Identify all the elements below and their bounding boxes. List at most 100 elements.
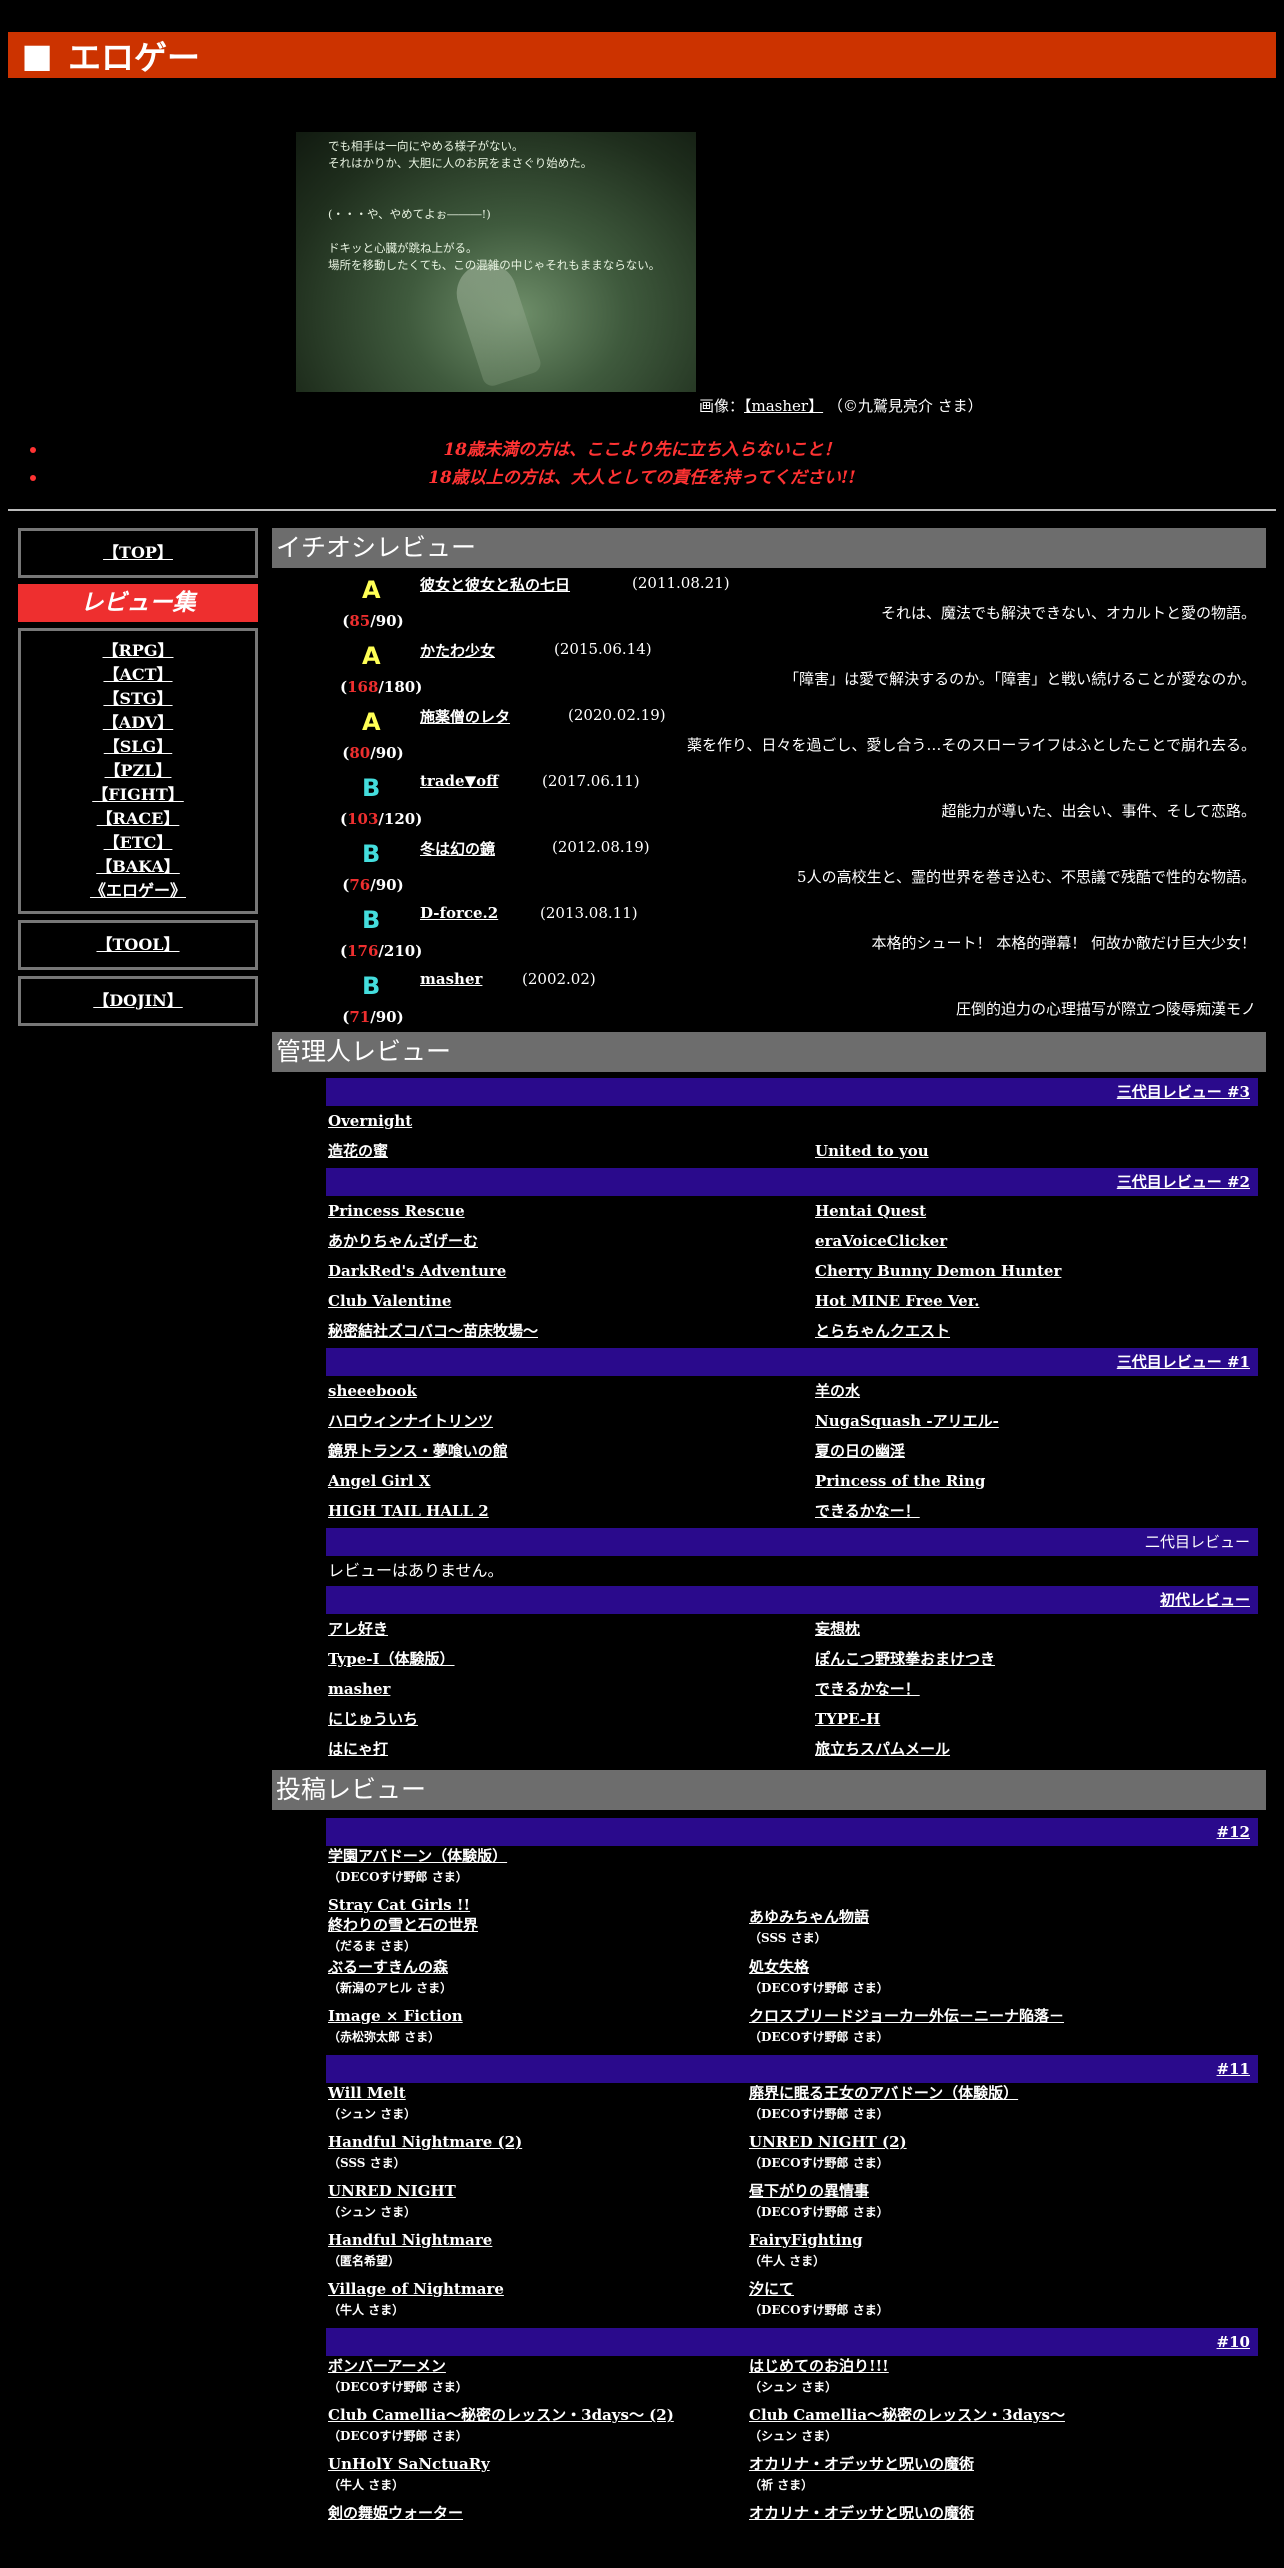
posted-review-grid: 学園アバドーン（体験版） （DECOすけ野郎 さま） Stray Cat Girls… — [328, 1846, 1266, 2055]
review-link[interactable]: 旅立ちスパムメール — [815, 1740, 950, 1758]
review-link[interactable]: あかりちゃんざげーむ — [328, 1232, 478, 1250]
posted-review-link[interactable]: UNRED NIGHT — [328, 2181, 749, 2201]
sidebar-item-category[interactable]: 【RACE】 — [97, 809, 180, 828]
review-link[interactable]: アレ好き — [328, 1620, 388, 1638]
posted-review-link[interactable]: 終わりの雪と石の世界 — [328, 1915, 749, 1935]
posted-review-link[interactable]: Image × Fiction — [328, 2006, 749, 2026]
sidebar-item-category[interactable]: 【ETC】 — [104, 833, 173, 852]
review-link[interactable]: Princess Rescue — [328, 1202, 465, 1220]
review-link[interactable]: できるかなー！ — [815, 1502, 920, 1520]
posted-review-link[interactable]: はじめてのお泊り!!! — [749, 2356, 1229, 2376]
posted-review-link[interactable]: ぶるーすきんの森 — [328, 1957, 749, 1977]
review-group-link[interactable]: 三代目レビュー #2 — [1117, 1173, 1250, 1191]
posted-review-link[interactable]: 廃界に眠る王女のアバドーン（体験版） — [749, 2083, 1229, 2103]
review-title-link[interactable]: trade▼off — [420, 772, 498, 790]
review-link[interactable]: Cherry Bunny Demon Hunter — [815, 1262, 1061, 1280]
review-link[interactable]: 秘密結社ズコバコ～苗床牧場～ — [328, 1322, 538, 1340]
posted-review-link[interactable]: UNRED NIGHT (2) — [749, 2132, 1229, 2152]
review-title-link[interactable]: 施薬僧のレタ — [420, 706, 510, 727]
review-link[interactable]: HIGH TAIL HALL 2 — [328, 1502, 489, 1520]
sidebar-item-category[interactable]: 【FIGHT】 — [92, 785, 184, 804]
review-link[interactable]: 妄想枕 — [815, 1620, 860, 1638]
posted-review-link[interactable]: あゆみちゃん物語 — [749, 1907, 1229, 1927]
posted-review-link[interactable]: Stray Cat Girls !! — [328, 1895, 749, 1915]
pick-review-list: A (85/90) 彼女と彼女と私の七日 (2011.08.21) それは、魔法でも解決… — [272, 570, 1266, 1032]
posted-review-link[interactable]: 学園アバドーン（体験版） — [328, 1846, 749, 1866]
review-link[interactable]: Club Valentine — [328, 1292, 451, 1310]
review-title-link[interactable]: masher — [420, 970, 482, 988]
review-link[interactable]: とらちゃんクエスト — [815, 1322, 950, 1340]
posted-review-link[interactable]: ボンバーアーメン — [328, 2356, 749, 2376]
posted-review-link[interactable]: クロスブリードジョーカー外伝－ニーナ陥落－ — [749, 2006, 1229, 2026]
posted-review-link[interactable]: 昼下がりの異情事 — [749, 2181, 1229, 2201]
review-title-link[interactable]: 冬は幻の鏡 — [420, 838, 495, 859]
review-group-link[interactable]: 三代目レビュー #1 — [1117, 1353, 1250, 1371]
posted-review-cell: 昼下がりの異情事 （DECOすけ野郎 さま） — [749, 2181, 1229, 2230]
sidebar-category-row: 【ACT】 — [21, 663, 255, 687]
posted-review-link[interactable]: FairyFighting — [749, 2230, 1229, 2250]
review-link[interactable]: 造花の蜜 — [328, 1142, 388, 1160]
posted-review-link[interactable]: 処女失格 — [749, 1957, 1229, 1977]
posted-review-link[interactable]: 汐にて — [749, 2279, 1229, 2299]
sidebar-item-dojin[interactable]: 【DOJIN】 — [93, 991, 183, 1010]
review-link[interactable]: Hot MINE Free Ver. — [815, 1292, 979, 1310]
review-link[interactable]: 鏡界トランス・夢喰いの館 — [328, 1442, 508, 1460]
posted-review-author: （牛人 さま） — [749, 2254, 826, 2268]
review-link[interactable]: にじゅういち — [328, 1710, 418, 1728]
review-link[interactable]: はにゃ打 — [328, 1740, 388, 1758]
review-link[interactable]: Type-I（体験版） — [328, 1650, 455, 1668]
sidebar-item-category[interactable]: 【RPG】 — [103, 641, 174, 660]
review-link-cell: できるかなー！ — [815, 1674, 1235, 1704]
review-link[interactable]: Overnight — [328, 1112, 412, 1130]
sidebar-item-category[interactable]: 【ADV】 — [103, 713, 173, 732]
review-link[interactable]: 夏の日の幽淫 — [815, 1442, 905, 1460]
review-link[interactable]: masher — [328, 1680, 390, 1698]
posted-review-link[interactable]: UnHolY SaNctuaRy — [328, 2454, 749, 2474]
posted-review-link[interactable]: Handful Nightmare — [328, 2230, 749, 2250]
sidebar-item-category[interactable]: 【STG】 — [103, 689, 172, 708]
review-link[interactable]: ぽんこつ野球拳おまけつき — [815, 1650, 995, 1668]
review-group-link[interactable]: #11 — [1217, 2060, 1250, 2078]
posted-review-link[interactable]: Handful Nightmare (2) — [328, 2132, 749, 2152]
review-link[interactable]: eraVoiceClicker — [815, 1232, 947, 1250]
review-group-link[interactable]: #12 — [1217, 1823, 1250, 1841]
review-title-link[interactable]: かたわ少女 — [420, 640, 495, 661]
posted-review-author: （牛人 さま） — [328, 2478, 405, 2492]
posted-review-link[interactable]: Village of Nightmare — [328, 2279, 749, 2299]
posted-review-link[interactable]: 剣の舞姫ウォーター — [328, 2503, 749, 2523]
review-title-link[interactable]: 彼女と彼女と私の七日 — [420, 574, 570, 595]
review-link[interactable]: 羊の水 — [815, 1382, 860, 1400]
caption-link[interactable]: 【masher】 — [744, 397, 823, 415]
review-title-link[interactable]: D-force.2 — [420, 904, 498, 922]
review-link[interactable]: ハロウィンナイトリンツ — [328, 1412, 493, 1430]
sidebar-item-category[interactable]: 【ACT】 — [103, 665, 172, 684]
review-link[interactable]: TYPE-H — [815, 1710, 880, 1728]
review-group-link[interactable]: #10 — [1217, 2333, 1250, 2351]
review-link[interactable]: Hentai Quest — [815, 1202, 926, 1220]
review-link[interactable]: Princess of the Ring — [815, 1472, 985, 1490]
posted-review-cell: 処女失格 （DECOすけ野郎 さま） — [749, 1957, 1229, 2006]
sidebar-item-category[interactable]: 【PZL】 — [105, 761, 172, 780]
review-group-link[interactable]: 初代レビュー — [1160, 1591, 1250, 1609]
sidebar-item-top[interactable]: 【TOP】 — [103, 543, 173, 562]
posted-review-link[interactable]: オカリナ・オデッサと呪いの魔術 — [749, 2503, 1229, 2523]
score: (71/90) — [342, 1008, 404, 1026]
sidebar-item-category[interactable]: 【SLG】 — [104, 737, 172, 756]
posted-review-link[interactable]: Will Melt — [328, 2083, 749, 2103]
sidebar-item-category[interactable]: 【BAKA】 — [96, 857, 180, 876]
review-group-link[interactable]: 三代目レビュー #3 — [1117, 1083, 1250, 1101]
sidebar-item-category[interactable]: 《エロゲー》 — [90, 881, 186, 900]
posted-review-link[interactable]: Club Camellia～秘密のレッスン・3days～ — [749, 2405, 1229, 2425]
posted-review-author: （匿名希望） — [328, 2254, 401, 2268]
review-link[interactable]: DarkRed's Adventure — [328, 1262, 506, 1280]
sidebar-item-tool[interactable]: 【TOOL】 — [96, 935, 179, 954]
posted-review-list: #12 学園アバドーン（体験版） （DECOすけ野郎 さま） Stray Cat Gi… — [272, 1818, 1266, 2552]
review-link[interactable]: United to you — [815, 1142, 929, 1160]
posted-review-cell: Club Camellia～秘密のレッスン・3days～ (2) （DECOすけ野… — [328, 2405, 749, 2454]
review-link[interactable]: Angel Girl X — [328, 1472, 430, 1490]
review-link[interactable]: できるかなー！ — [815, 1680, 920, 1698]
posted-review-link[interactable]: Club Camellia～秘密のレッスン・3days～ (2) — [328, 2405, 749, 2425]
review-link[interactable]: NugaSquash -アリエル- — [815, 1412, 999, 1430]
review-link[interactable]: sheeebook — [328, 1382, 417, 1400]
posted-review-link[interactable]: オカリナ・オデッサと呪いの魔術 — [749, 2454, 1229, 2474]
